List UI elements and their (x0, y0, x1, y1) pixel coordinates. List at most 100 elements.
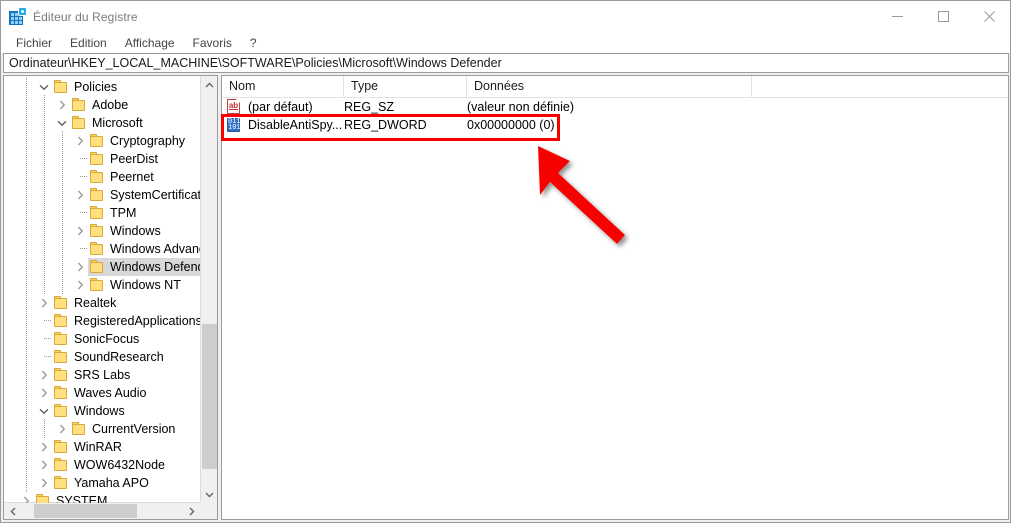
tree-item-windows[interactable]: Windows (4, 221, 200, 240)
tree-guide-line (62, 167, 63, 186)
chevron-right-icon[interactable] (72, 276, 88, 294)
tree-item-systemcertificates[interactable]: SystemCertificates (4, 185, 200, 204)
maximize-button[interactable] (920, 1, 966, 32)
tree-item-label: PeerDist (110, 152, 158, 166)
registry-tree-pane: Policies Adobe Microsoft Cryptography PeerDi… (3, 75, 218, 520)
chevron-right-icon[interactable] (72, 132, 88, 150)
scroll-up-button[interactable] (201, 76, 217, 93)
scroll-right-button[interactable] (183, 503, 200, 519)
tree-item-policies[interactable]: Policies (4, 77, 200, 96)
tree-item-srs-labs[interactable]: SRS Labs (4, 365, 200, 384)
tree-item-waves-audio[interactable]: Waves Audio (4, 383, 200, 402)
minimize-button[interactable] (874, 1, 920, 32)
chevron-right-icon[interactable] (72, 258, 88, 276)
close-button[interactable] (966, 1, 1010, 32)
tree-item-cryptography[interactable]: Cryptography (4, 131, 200, 150)
tree-vertical-scrollbar[interactable] (200, 76, 217, 503)
chevron-down-icon[interactable] (54, 114, 70, 132)
tree-guide-line (26, 149, 27, 168)
tree-guide-line (26, 185, 27, 204)
tree-guide-line (44, 203, 45, 222)
chevron-right-icon[interactable] (36, 294, 52, 312)
scroll-left-button[interactable] (4, 503, 21, 519)
tree-item-label: CurrentVersion (92, 422, 176, 436)
chevron-right-icon[interactable] (36, 384, 52, 402)
tree-guide-line (62, 239, 63, 258)
close-icon (983, 11, 995, 22)
folder-icon (53, 350, 69, 364)
maximize-icon (937, 11, 949, 22)
tree-guide-line (62, 275, 63, 294)
folder-icon (71, 116, 87, 130)
tree-item-tpm[interactable]: TPM (4, 203, 200, 222)
tree-guide-line (26, 383, 27, 402)
tree-guide-line (26, 455, 27, 474)
tree-hscroll-thumb[interactable] (34, 504, 137, 518)
tree-item-sonicfocus[interactable]: SonicFocus (4, 329, 200, 348)
address-bar[interactable]: Ordinateur\HKEY_LOCAL_MACHINE\SOFTWARE\P… (3, 53, 1009, 73)
menu-favoris[interactable]: Favoris (184, 34, 241, 52)
chevron-right-icon[interactable] (72, 222, 88, 240)
chevron-right-icon[interactable] (72, 186, 88, 204)
tree-leaf-spacer (36, 312, 52, 330)
tree-guide-line (26, 203, 27, 222)
column-header-donnees[interactable]: Données (467, 76, 752, 97)
tree-item-windows-nt[interactable]: Windows NT (4, 275, 200, 294)
tree-item-windows-defender[interactable]: Windows Defender (4, 257, 200, 276)
tree-guide-line (62, 257, 63, 276)
tree-guide-line (44, 221, 45, 240)
tree-leaf-spacer (72, 150, 88, 168)
chevron-down-icon[interactable] (36, 402, 52, 420)
tree-guide-line (44, 320, 52, 321)
chevron-right-icon[interactable] (18, 492, 34, 503)
tree-guide-line (62, 149, 63, 168)
tree-item-label: TPM (110, 206, 137, 220)
menu-fichier[interactable]: Fichier (7, 34, 61, 52)
tree-guide-line (44, 113, 45, 132)
tree-item-realtek[interactable]: Realtek (4, 293, 200, 312)
tree-item-microsoft[interactable]: Microsoft (4, 113, 200, 132)
chevron-down-icon[interactable] (36, 78, 52, 96)
tree-item-wow6432node[interactable]: WOW6432Node (4, 455, 200, 474)
tree-item-windows[interactable]: Windows (4, 401, 200, 420)
tree-item-label: WinRAR (74, 440, 122, 454)
chevron-right-icon[interactable] (54, 420, 70, 438)
folder-icon (53, 404, 69, 418)
tree-guide-line (62, 203, 63, 222)
column-header-nom[interactable]: Nom (222, 76, 344, 97)
tree-scroll-thumb[interactable] (202, 324, 217, 469)
folder-icon (89, 170, 105, 184)
tree-guide-line (26, 419, 27, 438)
folder-icon (89, 260, 105, 274)
menu-aide[interactable]: ? (241, 34, 266, 52)
tree-guide-line (44, 149, 45, 168)
menu-edition[interactable]: Edition (61, 34, 116, 52)
tree-item-currentversion[interactable]: CurrentVersion (4, 419, 200, 438)
minimize-icon (891, 16, 903, 17)
chevron-right-icon[interactable] (36, 456, 52, 474)
tree-item-adobe[interactable]: Adobe (4, 95, 200, 114)
chevron-right-icon[interactable] (36, 438, 52, 456)
tree-item-winrar[interactable]: WinRAR (4, 437, 200, 456)
tree-item-peerdist[interactable]: PeerDist (4, 149, 200, 168)
tree-item-windows-advance[interactable]: Windows Advance (4, 239, 200, 258)
value-row[interactable]: ab (par défaut) REG_SZ (valeur non définie) (222, 98, 1008, 116)
tree-item-yamaha-apo[interactable]: Yamaha APO (4, 473, 200, 492)
value-row[interactable]: 011 101 DisableAntiSpy... REG_DWORD 0x000000… (222, 116, 1008, 134)
tree-item-label: Microsoft (92, 116, 143, 130)
menu-affichage[interactable]: Affichage (116, 34, 184, 52)
column-header-type[interactable]: Type (344, 76, 467, 97)
chevron-right-icon[interactable] (36, 474, 52, 492)
tree-guide-line (26, 329, 27, 348)
tree-horizontal-scrollbar[interactable] (4, 502, 200, 519)
chevron-right-icon[interactable] (36, 366, 52, 384)
folder-icon (53, 476, 69, 490)
tree-item-soundresearch[interactable]: SoundResearch (4, 347, 200, 366)
tree-item-peernet[interactable]: Peernet (4, 167, 200, 186)
scroll-down-button[interactable] (201, 486, 217, 503)
chevron-right-icon[interactable] (54, 96, 70, 114)
folder-icon (89, 278, 105, 292)
value-type: REG_DWORD (344, 118, 427, 132)
tree-item-registeredapplications[interactable]: RegisteredApplications (4, 311, 200, 330)
tree-guide-line (26, 347, 27, 366)
